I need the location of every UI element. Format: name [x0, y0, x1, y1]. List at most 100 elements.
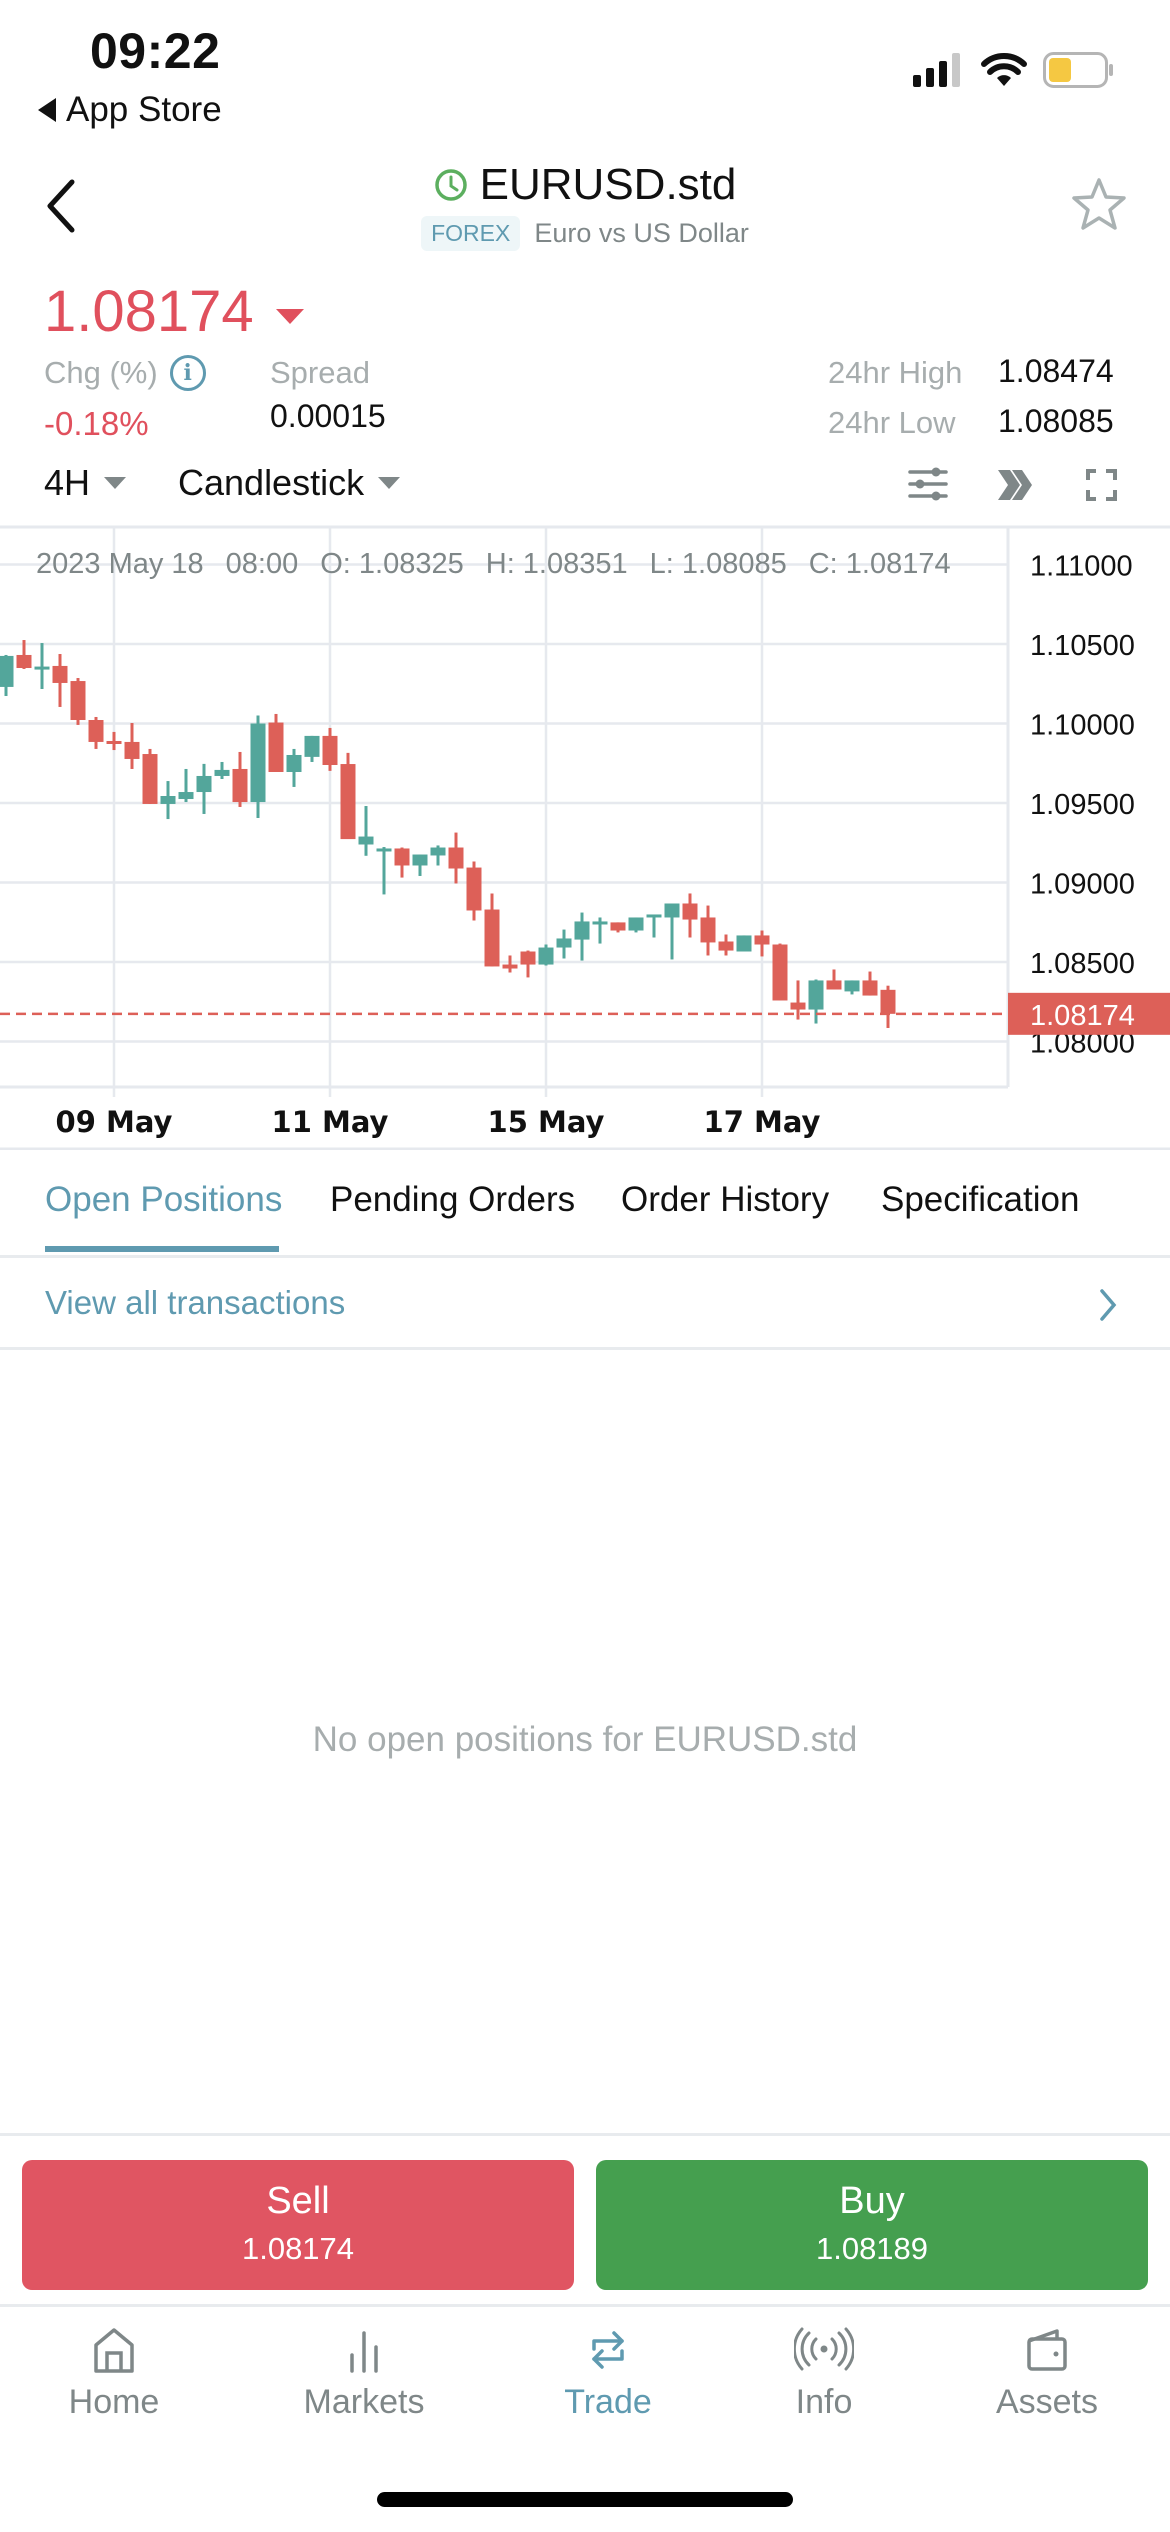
candle-body: [268, 722, 284, 772]
info-icon[interactable]: i: [169, 355, 206, 391]
scroll-to-latest-icon[interactable]: [992, 462, 1038, 508]
candle-body: [412, 854, 428, 866]
fullscreen-icon[interactable]: [1078, 462, 1124, 508]
tab-order-history[interactable]: Order History: [621, 1180, 829, 1220]
y-axis: 1.11000 1.10500 1.10000 1.09500 1.09000 1.085…: [1030, 551, 1135, 1060]
buy-button[interactable]: Buy 1.08189: [596, 2160, 1148, 2290]
y-tick-label: 1.09500: [1030, 789, 1135, 821]
candle-body: [502, 964, 518, 969]
candle-body: [646, 914, 662, 918]
candle-body: [574, 921, 590, 940]
change-label: Chg (%) i: [44, 355, 206, 391]
candle-body: [232, 768, 248, 803]
tab-open-positions[interactable]: Open Positions: [45, 1180, 282, 1220]
low-label: 24hr Low: [828, 405, 956, 440]
candle-body: [700, 917, 716, 943]
empty-state-message: No open positions for EURUSD.std: [312, 1720, 858, 1759]
favorite-star-icon[interactable]: [1070, 176, 1128, 232]
candle-body: [466, 867, 482, 911]
y-tick-label: 1.09000: [1030, 869, 1135, 901]
indicator-settings-icon[interactable]: [906, 462, 952, 508]
candle-body: [214, 769, 230, 776]
buy-price: 1.08189: [815, 2231, 929, 2266]
candle-body: [250, 723, 266, 803]
chevron-right-icon: [1100, 1289, 1117, 1321]
sell-button[interactable]: Sell 1.08174: [22, 2160, 574, 2290]
nav-home[interactable]: Home: [14, 2327, 214, 2422]
back-app-label: App Store: [66, 90, 222, 129]
wallet-icon: [1027, 2329, 1067, 2371]
chart-grid: [0, 525, 1170, 1150]
candle-body: [340, 764, 356, 840]
candle-body: [358, 836, 374, 845]
candle-body: [304, 735, 320, 757]
price-value: 1.08174: [44, 279, 254, 344]
tab-specification[interactable]: Specification: [881, 1180, 1079, 1220]
sell-label: Sell: [266, 2180, 330, 2222]
candlestick-chart[interactable]: 1.11000 1.10500 1.10000 1.09500 1.09000 1.085…: [0, 525, 1170, 1150]
candle-body: [376, 848, 392, 852]
nav-info[interactable]: Info: [724, 2327, 924, 2422]
current-price-tag-label: 1.08174: [1030, 1000, 1135, 1032]
candle-body: [538, 947, 554, 965]
bottom-navigation: Home Markets Trade Info Assets: [0, 2307, 1170, 2437]
candle-body: [70, 681, 86, 721]
candle-body: [610, 922, 626, 931]
price-down-arrow-icon: [275, 309, 304, 324]
status-time: 09:22: [90, 23, 221, 79]
high-label: 24hr High: [828, 355, 963, 390]
sell-price: 1.08174: [241, 2231, 355, 2266]
symbol-title: EURUSD.std: [479, 160, 737, 209]
candle-body: [772, 944, 788, 1001]
header-title-block: EURUSD.std FOREX Euro vs US Dollar: [0, 160, 1170, 251]
nav-home-label: Home: [68, 2383, 160, 2421]
candle-body: [736, 935, 752, 952]
period-value: 4H: [44, 462, 91, 503]
nav-trade[interactable]: Trade: [508, 2327, 708, 2422]
nav-trade-label: Trade: [564, 2383, 652, 2421]
candle-body: [430, 847, 446, 856]
x-tick-label: 09 May: [56, 1105, 173, 1139]
ohlc-open: O: 1.08325: [320, 548, 464, 580]
candle-body: [664, 903, 680, 918]
view-all-transactions-link[interactable]: View all transactions: [45, 1284, 345, 1322]
category-tag: FOREX: [421, 216, 521, 251]
status-icons: [913, 52, 1115, 88]
candle-body: [520, 951, 536, 965]
chart-type-selector[interactable]: Candlestick: [178, 462, 401, 504]
buy-label: Buy: [839, 2180, 905, 2222]
swap-arrows-icon: [592, 2331, 624, 2369]
current-price-marker: 1.08174: [0, 992, 1170, 1035]
period-selector[interactable]: 4H: [44, 462, 127, 504]
current-price: 1.08174: [44, 278, 304, 345]
ohlc-time: 08:00: [225, 548, 299, 580]
ohlc-close: C: 1.08174: [808, 548, 951, 580]
low-value: 1.08085: [998, 403, 1114, 439]
active-tab-indicator: [45, 1246, 279, 1252]
view-all-transactions-row[interactable]: View all transactions: [0, 1258, 1170, 1350]
trade-bar: Sell 1.08174 Buy 1.08189: [0, 2133, 1170, 2307]
back-triangle-icon: [38, 98, 56, 122]
nav-markets[interactable]: Markets: [264, 2327, 464, 2422]
broadcast-icon: [794, 2327, 854, 2371]
candle-body: [142, 754, 158, 804]
tab-pending-orders[interactable]: Pending Orders: [330, 1180, 575, 1220]
x-tick-label: 11 May: [272, 1105, 389, 1139]
candle-body: [628, 917, 644, 931]
candle-body: [52, 665, 68, 683]
back-to-app-store[interactable]: App Store: [38, 90, 222, 130]
symbol-description: Euro vs US Dollar: [534, 218, 749, 248]
candle-body: [592, 921, 608, 925]
change-value: -0.18%: [44, 405, 149, 442]
nav-markets-label: Markets: [303, 2383, 425, 2421]
candle-body: [0, 655, 14, 687]
chart-type-value: Candlestick: [178, 462, 365, 503]
x-tick-label: 17 May: [704, 1105, 821, 1139]
battery-icon: [1043, 52, 1113, 88]
nav-assets[interactable]: Assets: [947, 2327, 1147, 2422]
ohlc-readout: 2023 May 18 08:00 O: 1.08325 H: 1.08351 L: 1…: [36, 548, 973, 581]
candle-body: [754, 935, 770, 945]
candle-body: [682, 903, 698, 920]
change-label-text: Chg (%): [44, 355, 158, 390]
candle-body: [556, 938, 572, 948]
